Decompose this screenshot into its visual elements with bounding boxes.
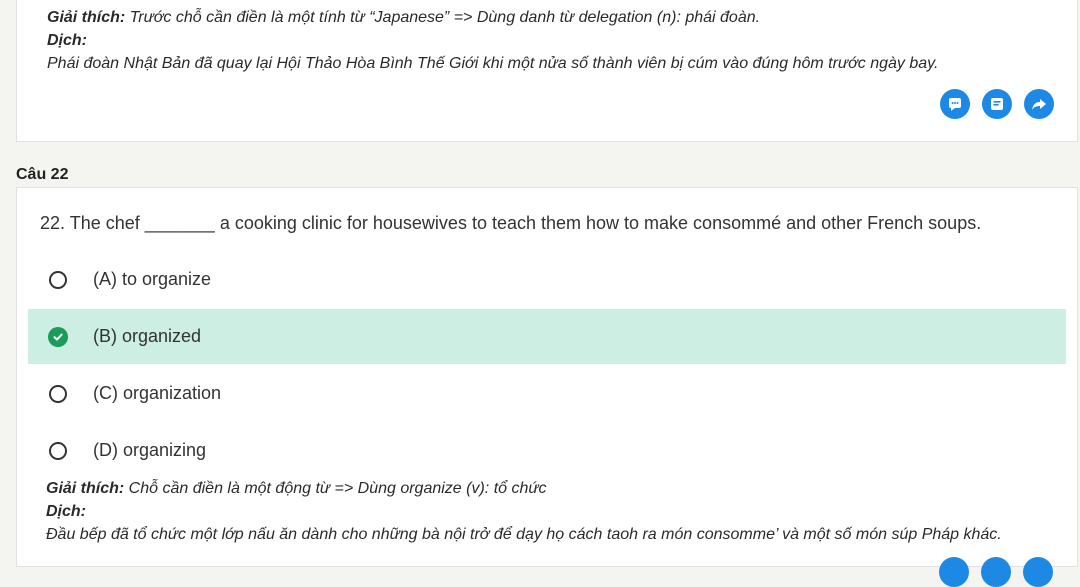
comment-button[interactable] (940, 89, 970, 119)
note-button[interactable] (982, 89, 1012, 119)
explanation-text: Chỗ cần điền là một động từ => Dùng orga… (124, 480, 547, 497)
radio-unchecked-icon[interactable] (49, 384, 67, 403)
option-b[interactable]: (B) organized (28, 309, 1066, 364)
check-circle-icon[interactable] (48, 326, 68, 347)
prev-translation-label-row: Dịch: (47, 32, 87, 50)
option-a-label: (A) to organize (93, 269, 212, 289)
translation-text: Đầu bếp đã tổ chức một lớp nấu ăn dành c… (46, 526, 1002, 543)
radio-unchecked-icon[interactable] (49, 441, 67, 460)
explanation: Giải thích: Chỗ cần điền là một động từ … (46, 480, 547, 498)
question-number-label: Câu 22 (16, 166, 69, 183)
prev-explanation-label: Giải thích: (47, 9, 126, 26)
note-icon (991, 98, 1003, 110)
share-icon (1032, 99, 1046, 110)
option-d[interactable]: (D) organizing (28, 423, 1066, 478)
comment-icon (949, 98, 961, 111)
explanation-label: Giải thích: (46, 480, 125, 497)
option-b-label: (B) organized (93, 326, 202, 346)
option-a[interactable]: (A) to organize (28, 252, 1066, 307)
prev-translation-label: Dịch: (47, 32, 87, 49)
radio-unchecked-icon[interactable] (49, 270, 67, 289)
option-c-label: (C) organization (93, 383, 222, 403)
option-d-label: (D) organizing (93, 440, 207, 460)
question-text: 22. The chef _______ a cooking clinic fo… (40, 213, 982, 233)
prev-translation-text: Phái đoàn Nhật Bản đã quay lại Hội Thảo … (47, 55, 939, 72)
option-c[interactable]: (C) organization (28, 366, 1066, 421)
prev-explanation-text: Trước chỗ cần điền là một tính từ “Japan… (125, 9, 761, 26)
prev-question-card: Giải thích: Trước chỗ cần điền là một tí… (16, 0, 1078, 142)
prev-explanation: Giải thích: Trước chỗ cần điền là một tí… (47, 9, 760, 27)
share-button[interactable] (1024, 89, 1054, 119)
translation-label: Dịch: (46, 503, 86, 520)
translation-label-row: Dịch: (46, 503, 86, 521)
